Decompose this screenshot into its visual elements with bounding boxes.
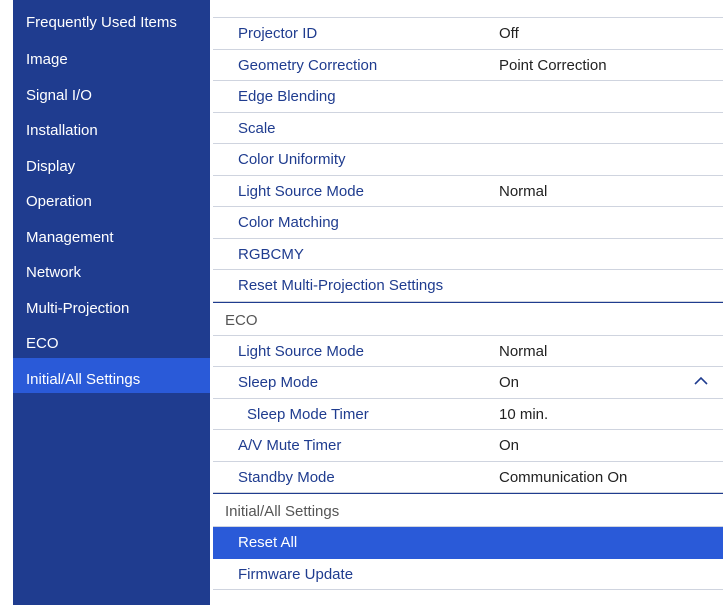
menu-row-label: Scale	[238, 119, 276, 137]
menu-row-firmware-update[interactable]: Firmware Update	[213, 559, 723, 590]
menu-row-value: Point Correction	[499, 56, 607, 74]
menu-row-color-matching[interactable]: Color Matching	[213, 207, 723, 239]
menu-row-label: Reset Multi-Projection Settings	[238, 277, 444, 294]
menu-row-eco-light-source-mode[interactable]: Light Source Mode Normal	[213, 336, 723, 367]
sidebar-item-management[interactable]: Management	[13, 216, 210, 252]
menu-row-edge-blending[interactable]: Edge Blending	[213, 81, 723, 113]
main-menu-sidebar: Frequently Used Items Image Signal I/O I…	[13, 0, 210, 605]
menu-row-label: Edge Blending	[238, 88, 336, 105]
menu-row-label: A/V Mute Timer	[238, 437, 342, 454]
menu-row-label: Sleep Mode Timer	[247, 405, 369, 423]
menu-row-value: Off	[499, 25, 519, 42]
section-header-eco: ECO	[213, 301, 723, 336]
section-title: Initial/All Settings	[225, 503, 340, 520]
sidebar-item-image[interactable]: Image	[13, 38, 210, 74]
sidebar-item-initial-all-settings[interactable]: Initial/All Settings	[13, 357, 210, 393]
section-header-initial-all-settings: Initial/All Settings	[213, 493, 723, 527]
menu-row-label: Light Source Mode	[238, 182, 364, 200]
submenu-panel: Projector ID Off Geometry Correction Poi…	[213, 0, 723, 605]
sidebar-item-signal-io[interactable]: Signal I/O	[13, 74, 210, 110]
menu-row-av-mute-timer[interactable]: A/V Mute Timer On	[213, 430, 723, 462]
menu-row-geometry-correction[interactable]: Geometry Correction Point Correction	[213, 50, 723, 81]
menu-row-label: Firmware Update	[238, 565, 354, 583]
partially-hidden-header-row	[213, 0, 723, 18]
menu-row-value: 10 min.	[499, 405, 549, 423]
menu-row-rgbcmy[interactable]: RGBCMY	[213, 239, 723, 270]
projector-menu-screen: Frequently Used Items Image Signal I/O I…	[0, 0, 723, 605]
menu-row-scale[interactable]: Scale	[213, 113, 723, 144]
menu-row-label: RGBCMY	[238, 245, 304, 263]
menu-row-label: Geometry Correction	[238, 56, 378, 74]
menu-row-label: Color Uniformity	[238, 151, 346, 168]
sidebar-item-display[interactable]: Display	[13, 145, 210, 181]
menu-row-label: Light Source Mode	[238, 342, 364, 360]
menu-row-sleep-mode[interactable]: Sleep Mode On	[213, 367, 723, 399]
sidebar-item-installation[interactable]: Installation	[13, 109, 210, 145]
sidebar-item-operation[interactable]: Operation	[13, 180, 210, 216]
menu-row-value: Normal	[499, 342, 548, 360]
menu-row-label: Color Matching	[238, 214, 339, 231]
menu-row-value: On	[499, 437, 520, 454]
menu-row-label: Standby Mode	[238, 468, 335, 486]
menu-row-reset-all[interactable]: Reset All	[213, 527, 723, 559]
menu-row-value: Communication On	[499, 468, 628, 486]
sidebar-item-network[interactable]: Network	[13, 251, 210, 287]
menu-row-standby-mode[interactable]: Standby Mode Communication On	[213, 462, 723, 493]
sidebar-item-eco[interactable]: ECO	[13, 322, 210, 358]
sidebar-item-frequently-used-items[interactable]: Frequently Used Items	[13, 0, 210, 38]
sidebar-item-multi-projection[interactable]: Multi-Projection	[13, 287, 210, 323]
menu-row-projector-id[interactable]: Projector ID Off	[213, 18, 723, 50]
menu-row-label: Projector ID	[238, 25, 318, 42]
menu-row-label: Reset All	[238, 534, 298, 551]
menu-row-reset-multi-projection-settings[interactable]: Reset Multi-Projection Settings	[213, 270, 723, 302]
menu-row-label: Sleep Mode	[238, 374, 319, 391]
menu-row-light-source-mode[interactable]: Light Source Mode Normal	[213, 176, 723, 207]
menu-row-sleep-mode-timer[interactable]: Sleep Mode Timer 10 min.	[213, 399, 723, 430]
menu-row-color-uniformity[interactable]: Color Uniformity	[213, 144, 723, 176]
section-title: ECO	[225, 311, 258, 329]
menu-row-value: Normal	[499, 182, 548, 200]
menu-row-value: On	[499, 374, 520, 391]
chevron-up-icon[interactable]	[693, 373, 709, 392]
